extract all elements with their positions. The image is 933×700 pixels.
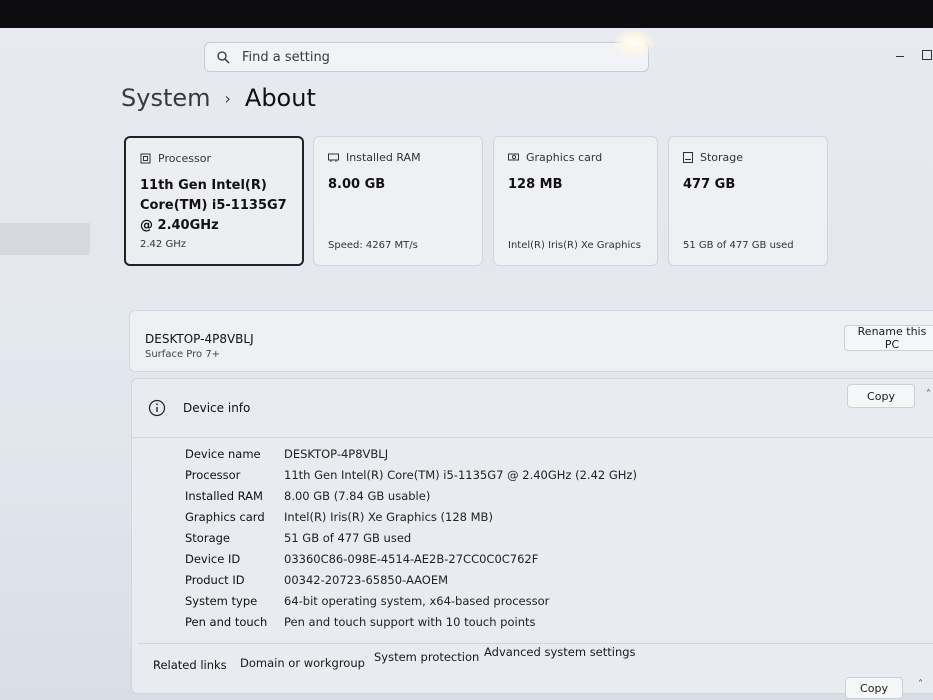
breadcrumb-system[interactable]: System [121, 84, 211, 112]
spec-key: System type [185, 594, 258, 608]
card-value: 11th Gen Intel(R) Core(TM) i5-1135G7 @ 2… [140, 178, 287, 233]
maximize-icon[interactable] [922, 50, 932, 60]
chevron-up-icon[interactable]: ˄ [918, 679, 923, 690]
chevron-right-icon: › [224, 88, 231, 108]
search-icon [217, 50, 230, 63]
storage-card[interactable]: Storage 477 GB 51 GB of 477 GB used [668, 136, 828, 266]
search-input[interactable] [240, 48, 604, 66]
card-title: Graphics card [526, 151, 603, 164]
ram-icon [328, 153, 339, 162]
spec-row: Device ID 03360C86-098E-4514-AE2B-27CC0C… [132, 552, 933, 573]
advanced-system-settings-link[interactable]: Advanced system settings [484, 645, 636, 659]
spec-value: 11th Gen Intel(R) Core(TM) i5-1135G7 @ 2… [284, 468, 637, 482]
spec-value: DESKTOP-4P8VBLJ [284, 447, 389, 461]
card-value: 128 MB [508, 177, 563, 192]
chevron-up-icon[interactable]: ˄ [926, 389, 931, 400]
spec-row: Graphics card Intel(R) Iris(R) Xe Graphi… [132, 510, 933, 531]
spec-key: Pen and touch [185, 615, 268, 629]
spec-key: Installed RAM [185, 489, 263, 503]
spec-row: Product ID 00342-20723-65850-AAOEM [132, 573, 933, 594]
system-protection-link[interactable]: System protection [374, 650, 479, 664]
spec-value: Pen and touch support with 10 touch poin… [284, 615, 536, 629]
spec-key: Processor [185, 468, 241, 482]
page-title: About [244, 84, 316, 112]
card-sub: Speed: 4267 MT/s [328, 240, 418, 251]
card-title: Storage [700, 151, 744, 164]
related-links: Related links Domain or workgroup System… [138, 643, 933, 690]
domain-workgroup-link[interactable]: Domain or workgroup [240, 656, 365, 670]
card-title: Installed RAM [346, 151, 421, 164]
copy-button-windows-spec[interactable]: Copy [845, 677, 903, 699]
breadcrumb: System › About [121, 84, 316, 112]
spec-value: Intel(R) Iris(R) Xe Graphics (128 MB) [284, 510, 493, 524]
ram-card[interactable]: Installed RAM 8.00 GB Speed: 4267 MT/s [313, 136, 483, 266]
spec-value: 03360C86-098E-4514-AE2B-27CC0C0C762F [284, 552, 539, 566]
spec-row: Installed RAM 8.00 GB (7.84 GB usable) [132, 489, 933, 510]
sidebar-fragment [0, 223, 90, 255]
screen-glare [612, 28, 656, 58]
card-sub: 2.42 GHz [140, 239, 186, 250]
spec-value: 8.00 GB (7.84 GB usable) [284, 489, 431, 503]
processor-card[interactable]: Processor 11th Gen Intel(R) Core(TM) i5-… [124, 136, 304, 266]
search-box[interactable] [204, 42, 649, 72]
spec-value: 00342-20723-65850-AAOEM [284, 573, 449, 587]
card-sub: 51 GB of 477 GB used [683, 240, 794, 251]
spec-value: 51 GB of 477 GB used [284, 531, 412, 545]
spec-key: Device name [185, 447, 261, 461]
device-info-header[interactable]: Device info Copy ˄ [132, 379, 933, 438]
spec-row: System type 64-bit operating system, x64… [132, 594, 933, 615]
spec-row: Storage 51 GB of 477 GB used [132, 531, 933, 552]
graphics-card[interactable]: Graphics card 128 MB Intel(R) Iris(R) Xe… [493, 136, 658, 266]
card-title: Processor [158, 152, 211, 165]
related-links-label: Related links [153, 658, 227, 672]
processor-icon [140, 153, 151, 164]
storage-icon [683, 152, 693, 163]
pc-model: Surface Pro 7+ [145, 349, 221, 360]
card-value: 8.00 GB [328, 177, 386, 192]
minimize-icon[interactable] [896, 56, 904, 57]
spec-row: Processor 11th Gen Intel(R) Core(TM) i5-… [132, 468, 933, 489]
info-icon [148, 399, 166, 417]
pc-name-row: DESKTOP-4P8VBLJ Surface Pro 7+ Rename th… [129, 310, 933, 372]
device-info-title: Device info [183, 401, 251, 415]
spec-row: Pen and touch Pen and touch support with… [132, 615, 933, 636]
pc-name: DESKTOP-4P8VBLJ [145, 332, 254, 346]
spec-row: Device name DESKTOP-4P8VBLJ [132, 447, 933, 468]
graphics-card-icon [508, 153, 519, 161]
copy-button[interactable]: Copy [847, 384, 915, 408]
card-sub: Intel(R) Iris(R) Xe Graphics [508, 240, 641, 251]
spec-key: Graphics card [185, 510, 265, 524]
spec-key: Product ID [185, 573, 245, 587]
spec-value: 64-bit operating system, x64-based proce… [284, 594, 550, 608]
spec-key: Storage [185, 531, 230, 545]
card-value: 477 GB [683, 177, 736, 192]
spec-key: Device ID [185, 552, 241, 566]
rename-pc-button[interactable]: Rename this PC [844, 325, 933, 351]
